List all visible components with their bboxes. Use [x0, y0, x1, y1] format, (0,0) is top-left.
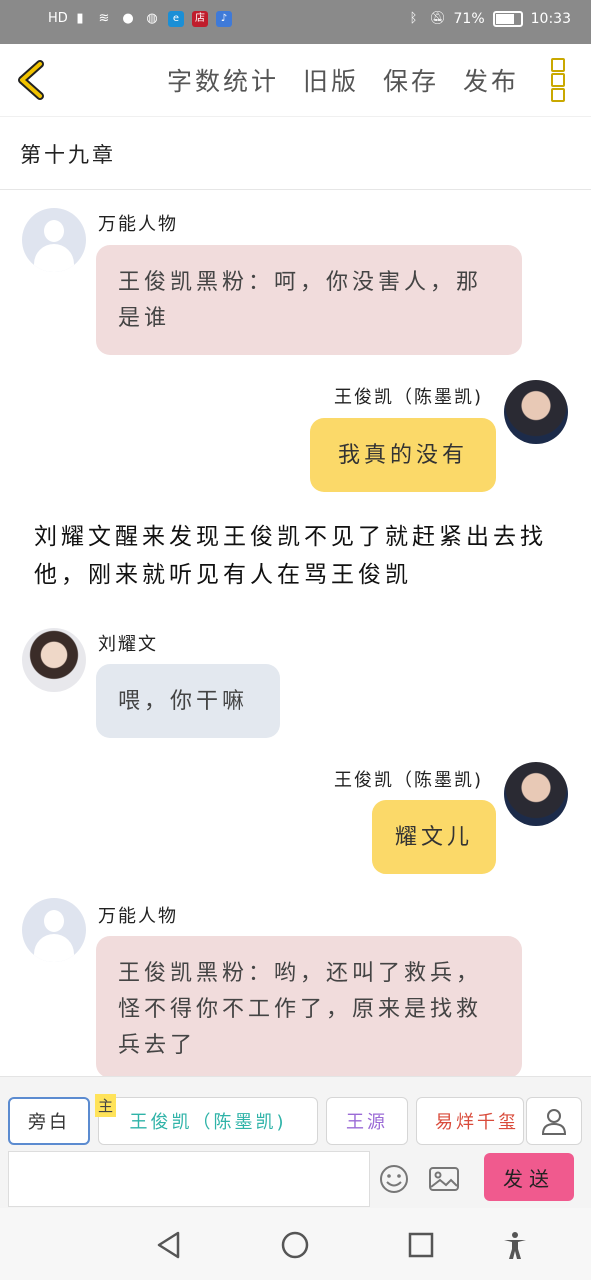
old-version-button[interactable]: 旧版: [303, 62, 359, 98]
message-input[interactable]: [8, 1151, 370, 1207]
image-icon[interactable]: [428, 1163, 460, 1195]
avatar-generic-character[interactable]: [22, 208, 86, 272]
message-bubble[interactable]: 喂，你干嘛: [96, 664, 280, 738]
avatar-liu-yaowen[interactable]: [22, 628, 86, 692]
back-chevron-icon[interactable]: [14, 60, 50, 100]
wifi-icon: ≋: [98, 11, 110, 26]
recents-square-icon[interactable]: [406, 1230, 436, 1260]
role-narration-button[interactable]: 旁白: [8, 1097, 90, 1145]
system-nav-bar: [0, 1208, 591, 1280]
add-character-user-icon[interactable]: [526, 1097, 582, 1145]
save-button[interactable]: 保存: [383, 62, 439, 98]
status-bar: HD ▮ ≋ ● ◍ e 店 ♪ ᛒ 🔕︎ 71% 10:33: [0, 0, 591, 44]
compose-panel: 旁白 主 王俊凯（陈墨凯) 王源 易烊千玺 发送: [0, 1076, 591, 1209]
home-circle-icon[interactable]: [280, 1230, 310, 1260]
back-triangle-icon[interactable]: [154, 1230, 184, 1260]
clock: 10:33: [530, 11, 571, 27]
signal-icon: ▮: [76, 11, 84, 26]
role-main-button[interactable]: 主 王俊凯（陈墨凯): [95, 1094, 318, 1145]
hd-icon: HD: [48, 11, 68, 26]
mute-icon: 🔕︎: [429, 11, 447, 26]
bluetooth-icon: ᛒ: [409, 11, 418, 26]
main-role-tag: 主: [95, 1094, 117, 1117]
chapter-header[interactable]: 第十九章: [0, 116, 591, 190]
browser-icon: e: [168, 11, 184, 27]
qq-icon: ●: [122, 11, 134, 26]
message-sender: 刘耀文: [98, 634, 158, 655]
emoji-icon[interactable]: [378, 1163, 410, 1195]
message-sender: 万能人物: [98, 214, 178, 235]
message-bubble[interactable]: 王俊凯黑粉：呵，你没害人，那是谁: [96, 245, 522, 355]
message-bubble[interactable]: 我真的没有: [310, 418, 496, 492]
narration-text[interactable]: 刘耀文醒来发现王俊凯不见了就赶紧出去找他，刚来就听见有人在骂王俊凯: [34, 518, 564, 594]
battery-icon: [492, 11, 523, 27]
message-sender: 万能人物: [98, 906, 178, 927]
word-count-button[interactable]: 字数统计: [167, 62, 279, 98]
message-bubble[interactable]: 耀文儿: [372, 800, 496, 874]
status-left: HD ▮ ≋ ● ◍ e 店 ♪: [48, 11, 232, 27]
battery-percent: 71%: [453, 11, 485, 27]
accessibility-icon[interactable]: [500, 1230, 530, 1260]
status-right: ᛒ 🔕︎ 71% 10:33: [406, 11, 571, 27]
avatar-wang-junkai[interactable]: [504, 762, 568, 826]
more-menu-icon[interactable]: [551, 58, 567, 102]
message-sender: 王俊凯（陈墨凯): [333, 770, 483, 791]
send-button[interactable]: 发送: [484, 1153, 574, 1201]
chapter-title: 第十九章: [20, 143, 116, 167]
message-sender: 王俊凯（陈墨凯): [333, 387, 483, 408]
top-toolbar: 字数统计 旧版 保存 发布: [0, 44, 591, 116]
avatar-wang-junkai[interactable]: [504, 380, 568, 444]
toolbar-actions: 字数统计 旧版 保存 发布: [167, 62, 519, 98]
role-yi-yangqianxi-button[interactable]: 易烊千玺: [416, 1097, 524, 1145]
role-wang-yuan-button[interactable]: 王源: [326, 1097, 408, 1145]
avatar-generic-character[interactable]: [22, 898, 86, 962]
wechat-icon: ◍: [146, 11, 158, 26]
role-main-label: 王俊凯（陈墨凯): [129, 1112, 287, 1133]
message-bubble[interactable]: 王俊凯黑粉：哟，还叫了救兵，怪不得你不工作了，原来是找救兵去了: [96, 936, 522, 1078]
publish-button[interactable]: 发布: [463, 62, 519, 98]
music-icon: ♪: [216, 11, 232, 27]
store-icon: 店: [192, 11, 208, 27]
